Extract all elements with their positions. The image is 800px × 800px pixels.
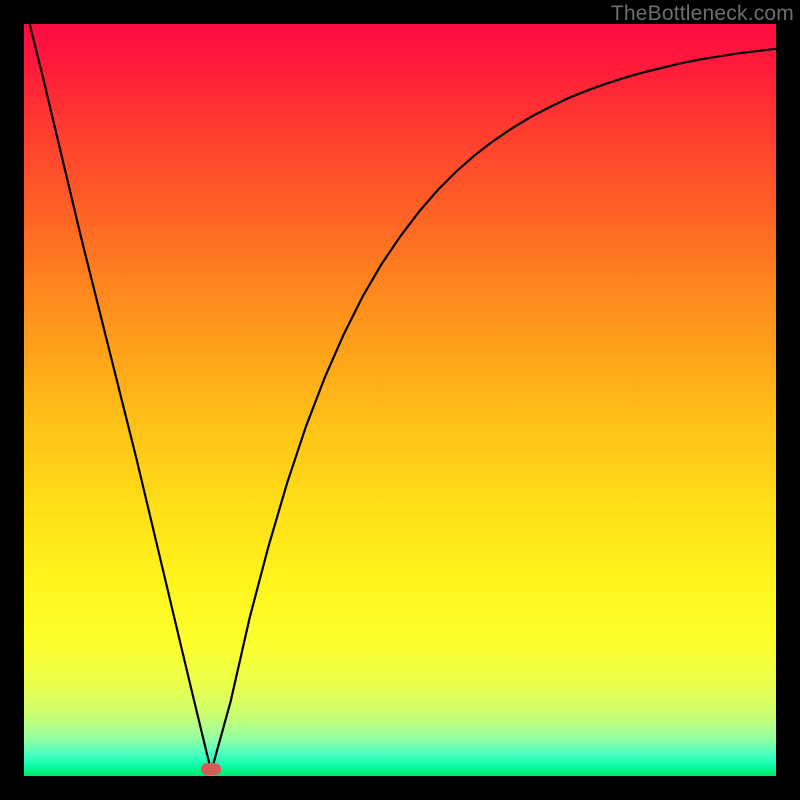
optimum-marker xyxy=(201,763,221,775)
plot-area xyxy=(24,24,776,776)
chart-frame: TheBottleneck.com xyxy=(0,0,800,800)
watermark-text: TheBottleneck.com xyxy=(611,2,794,26)
bottleneck-curve xyxy=(24,24,776,776)
